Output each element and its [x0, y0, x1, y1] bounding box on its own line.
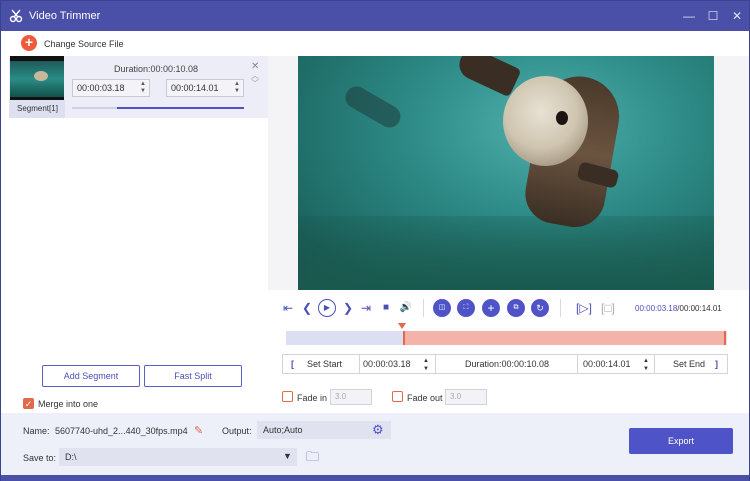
folder-icon[interactable]: 🗀	[306, 448, 319, 470]
snapshot-icon[interactable]: ◫	[433, 299, 451, 317]
volume-icon[interactable]: 🔊	[398, 300, 414, 316]
output-label: Output:	[222, 426, 252, 436]
save-to-label: Save to:	[23, 453, 57, 463]
trim-settings-row: [ Set Start 00:00:03.18 ▲ ▼ Duration:00:0…	[282, 354, 728, 374]
output-panel: Name: 5607740-uhd_2...440_30fps.mp4 ✎ Ou…	[1, 413, 749, 475]
end-time-input[interactable]: 00:00:14.01	[583, 355, 631, 373]
fade-out-input[interactable]: 3.0	[445, 389, 487, 405]
set-end-button[interactable]: Set End	[673, 355, 705, 373]
bottom-border	[1, 475, 749, 481]
previous-frame-icon[interactable]: ❮	[299, 300, 315, 316]
change-source-button[interactable]: Change Source File	[44, 39, 124, 49]
scissors-icon	[9, 9, 23, 23]
trim-timeline[interactable]	[286, 331, 727, 345]
add-icon[interactable]: +	[482, 299, 500, 317]
save-path-select[interactable]: D:\	[59, 448, 297, 466]
reorder-segment-icon[interactable]: ︿ ﹀	[251, 72, 259, 88]
merge-checkbox[interactable]: ✓	[23, 398, 34, 409]
skip-start-icon[interactable]: ⇤	[280, 300, 296, 316]
play-outside-icon[interactable]: [□]	[600, 300, 616, 316]
skip-end-icon[interactable]: ⇥	[358, 300, 374, 316]
chevron-down-icon[interactable]: ▼	[283, 451, 292, 461]
video-preview[interactable]	[268, 56, 749, 290]
trim-selection[interactable]	[403, 331, 726, 345]
source-toolbar: + Change Source File	[1, 31, 749, 56]
segment-panel: Segment[1] Duration:00:00:10.08 00:00:03…	[1, 56, 268, 413]
start-bracket-icon: [	[291, 359, 294, 369]
start-time-input[interactable]: 00:00:03.18	[363, 355, 411, 373]
player-controls: ⇤ ❮ ▶ ❯ ⇥ ■ 🔊 ◫ ⛶ + ⧉ ↻ [▷] [□] 00:00:03…	[268, 290, 749, 413]
end-time-stepper[interactable]: ▲ ▼	[643, 357, 649, 375]
close-button[interactable]: ✕	[729, 8, 745, 24]
segment-item[interactable]: Segment[1] Duration:00:00:10.08 00:00:03…	[9, 56, 268, 118]
segment-label: Segment[1]	[9, 100, 65, 118]
play-icon[interactable]: ▶	[318, 299, 336, 317]
segment-end-stepper[interactable]: ▲ ▼	[233, 81, 241, 95]
fast-split-button[interactable]: Fast Split	[144, 365, 242, 387]
title-bar: Video Trimmer — ☐ ✕	[1, 1, 749, 31]
export-button[interactable]: Export	[629, 428, 733, 454]
fade-out-label: Fade out	[407, 393, 443, 403]
next-frame-icon[interactable]: ❯	[340, 300, 356, 316]
stop-icon[interactable]: ■	[378, 300, 394, 316]
segment-range-track	[72, 107, 244, 109]
crop-icon[interactable]: ⛶	[457, 299, 475, 317]
set-start-button[interactable]: Set Start	[307, 355, 342, 373]
segment-start-stepper[interactable]: ▲ ▼	[139, 81, 147, 95]
output-format-field[interactable]: Auto;Auto	[257, 421, 391, 439]
segment-end-input[interactable]: 00:00:14.01 ▲ ▼	[166, 79, 244, 97]
segment-thumbnail	[10, 56, 64, 100]
trim-duration: Duration:00:00:10.08	[465, 359, 550, 369]
playhead[interactable]	[398, 323, 406, 329]
start-time-stepper[interactable]: ▲ ▼	[423, 357, 429, 375]
maximize-button[interactable]: ☐	[705, 8, 721, 24]
fade-in-input[interactable]: 3.0	[330, 389, 372, 405]
video-trimmer-window: Video Trimmer — ☐ ✕ + Change Source File…	[0, 0, 750, 481]
settings-gear-icon[interactable]: ⚙	[372, 422, 384, 438]
segment-start-input[interactable]: 00:00:03.18 ▲ ▼	[72, 79, 150, 97]
add-segment-button[interactable]: Add Segment	[42, 365, 140, 387]
segment-duration: Duration:00:00:10.08	[114, 64, 199, 74]
copy-icon[interactable]: ⧉	[507, 299, 525, 317]
add-source-icon[interactable]: +	[21, 35, 37, 51]
video-frame	[298, 56, 714, 290]
merge-label: Merge into one	[38, 399, 99, 409]
minimize-button[interactable]: —	[681, 8, 697, 24]
fade-in-checkbox[interactable]	[282, 391, 293, 402]
window-title: Video Trimmer	[29, 10, 101, 22]
edit-name-icon[interactable]: ✎	[194, 424, 203, 437]
name-label: Name:	[23, 426, 50, 436]
fade-in-label: Fade in	[297, 393, 328, 403]
play-selection-icon[interactable]: [▷]	[576, 300, 592, 316]
reset-icon[interactable]: ↻	[531, 299, 549, 317]
file-name: 5607740-uhd_2...440_30fps.mp4	[55, 426, 188, 436]
fade-out-checkbox[interactable]	[392, 391, 403, 402]
time-readout: 00:00:03.18/00:00:14.01	[635, 304, 722, 313]
end-bracket-icon: ]	[715, 359, 718, 369]
